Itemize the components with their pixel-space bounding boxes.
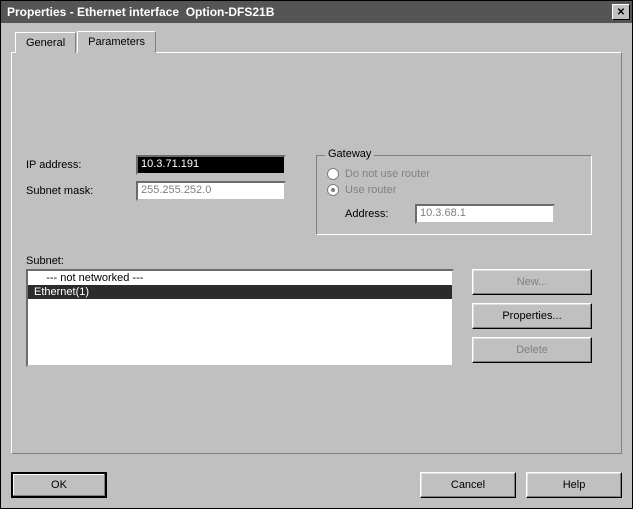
radio-icon [327, 168, 339, 180]
close-icon: ✕ [617, 7, 625, 18]
bottom-bar: OK Cancel Help [1, 464, 632, 508]
tabpanel-parameters: IP address: 10.3.71.191 Subnet mask: 255… [11, 52, 622, 454]
cancel-button[interactable]: Cancel [420, 472, 516, 498]
address-column: IP address: 10.3.71.191 Subnet mask: 255… [26, 155, 316, 207]
radio-dot-icon [331, 188, 335, 192]
ok-button[interactable]: OK [11, 472, 107, 498]
ip-row: IP address: 10.3.71.191 [26, 155, 316, 175]
subnet-row: --- not networked --- Ethernet(1) New...… [26, 269, 607, 367]
tabstrip: General Parameters [15, 31, 622, 52]
window-title: Properties - Ethernet interface Option-D… [7, 5, 612, 19]
radio-use-router-label: Use router [345, 184, 396, 196]
radio-no-router-label: Do not use router [345, 168, 430, 180]
new-button[interactable]: New... [472, 269, 592, 295]
subnet-area: Subnet: --- not networked --- Ethernet(1… [26, 255, 607, 367]
titlebar: Properties - Ethernet interface Option-D… [1, 1, 632, 23]
help-button[interactable]: Help [526, 472, 622, 498]
list-item[interactable]: --- not networked --- [28, 271, 452, 285]
dialog-body: General Parameters IP address: 10.3.71.1… [1, 23, 632, 464]
close-button[interactable]: ✕ [612, 4, 630, 20]
subnet-listbox[interactable]: --- not networked --- Ethernet(1) [26, 269, 454, 367]
subnet-buttons: New... Properties... Delete [472, 269, 592, 363]
top-area: IP address: 10.3.71.191 Subnet mask: 255… [26, 155, 607, 235]
ip-address-input[interactable]: 10.3.71.191 [136, 155, 286, 175]
subnet-mask-input[interactable]: 255.255.252.0 [136, 181, 286, 201]
gateway-address-row: Address: 10.3.68.1 [327, 204, 581, 224]
radio-no-router[interactable]: Do not use router [327, 168, 581, 180]
gateway-address-input[interactable]: 10.3.68.1 [415, 204, 555, 224]
mask-label: Subnet mask: [26, 185, 136, 197]
spacer [117, 472, 410, 498]
ip-label: IP address: [26, 159, 136, 171]
mask-row: Subnet mask: 255.255.252.0 [26, 181, 316, 201]
radio-icon [327, 184, 339, 196]
properties-dialog: Properties - Ethernet interface Option-D… [0, 0, 633, 509]
radio-use-router[interactable]: Use router [327, 184, 581, 196]
tab-general[interactable]: General [15, 32, 76, 53]
gateway-legend: Gateway [325, 148, 374, 160]
tab-parameters[interactable]: Parameters [77, 31, 156, 53]
list-item[interactable]: Ethernet(1) [28, 285, 452, 299]
delete-button[interactable]: Delete [472, 337, 592, 363]
gateway-address-label: Address: [345, 208, 415, 220]
gateway-group: Gateway Do not use router Use router Add… [316, 155, 592, 235]
subnet-label: Subnet: [26, 255, 607, 267]
properties-button[interactable]: Properties... [472, 303, 592, 329]
